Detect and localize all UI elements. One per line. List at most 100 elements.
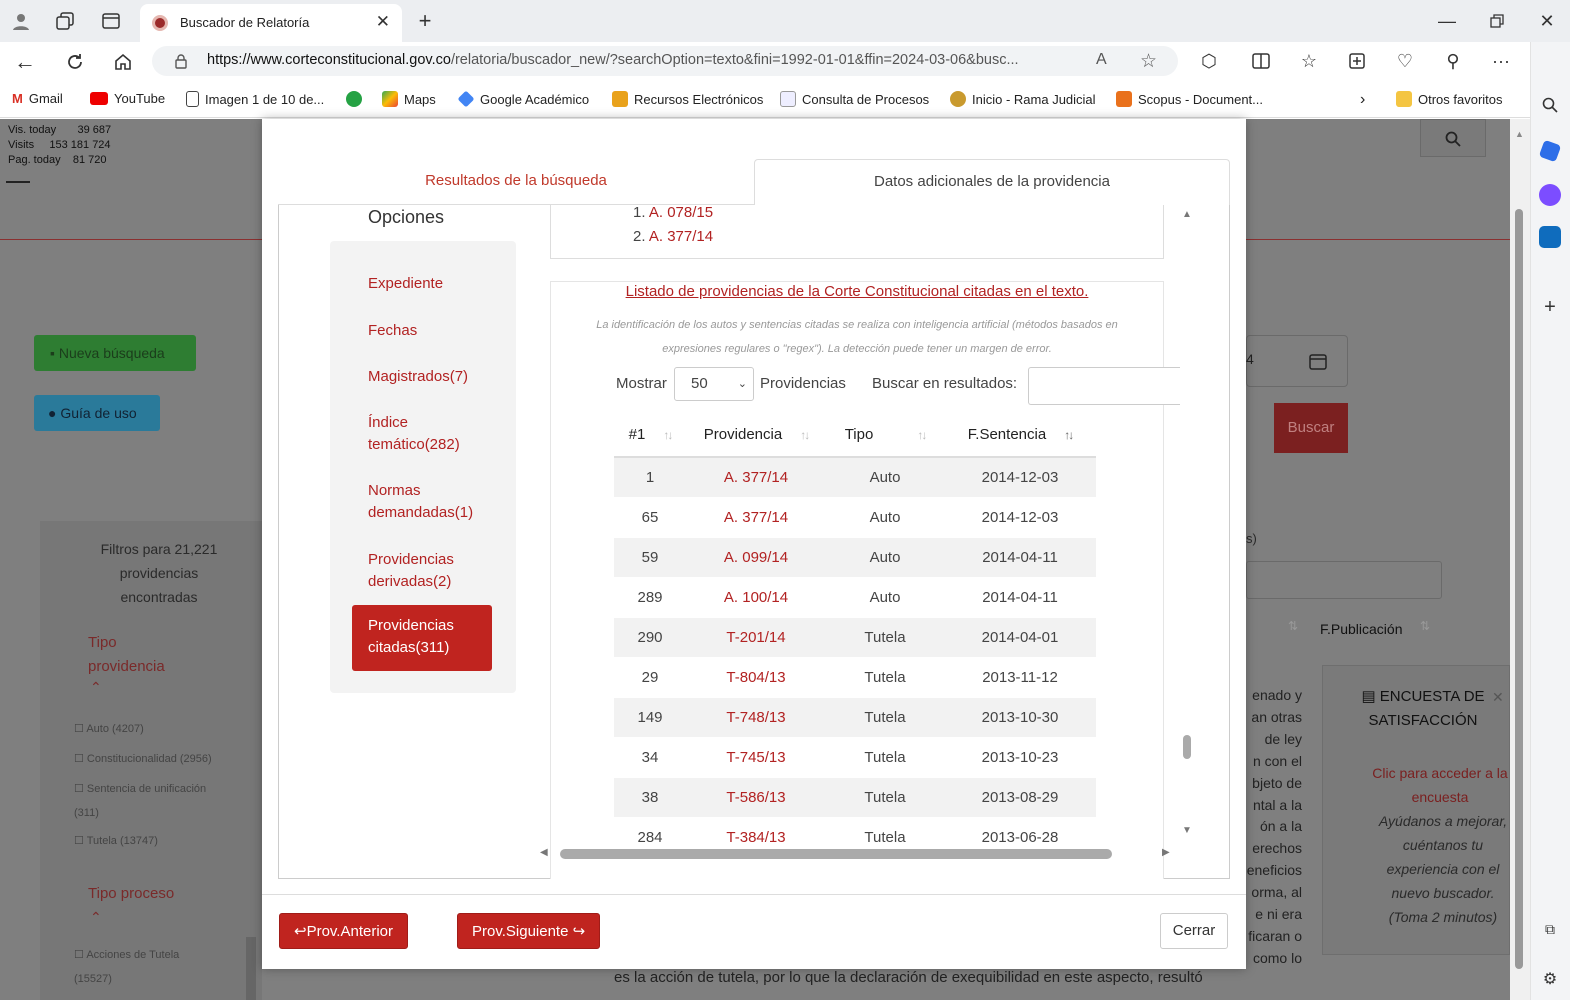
tipo-proceso-heading[interactable]: Tipo proceso [88, 885, 174, 902]
horizontal-scroll-thumb[interactable] [560, 849, 1112, 859]
add-sidebar-icon[interactable]: + [1539, 296, 1561, 318]
favorites-icon[interactable]: ☆ [1298, 50, 1320, 72]
bookmark-scopus[interactable]: Scopus - Document... [1116, 91, 1263, 107]
vertical-scrollbar[interactable]: ▲ ▼ [1180, 207, 1194, 847]
listado-title[interactable]: Listado de providencias de la Corte Cons… [550, 283, 1164, 300]
providencia-link[interactable]: A. 099/14 [686, 537, 826, 578]
refresh-icon[interactable] [64, 51, 86, 73]
sort-icon[interactable]: ⇅ [1420, 619, 1430, 633]
page-scrollbar[interactable]: ▲ [1510, 119, 1530, 1000]
tools-icon[interactable] [1538, 139, 1562, 163]
survey-close-icon[interactable]: ✕ [1492, 689, 1504, 706]
bookmark-imagen[interactable]: Imagen 1 de 10 de... [186, 91, 324, 107]
col-fsentencia[interactable]: F.Sentencia ↑↓ [944, 413, 1096, 458]
bookmark-google-academico[interactable]: Google Académico [457, 90, 589, 108]
scroll-down-icon[interactable]: ▼ [1182, 825, 1192, 836]
other-favorites[interactable]: Otros favoritos [1396, 91, 1503, 107]
bookmark-whatsapp[interactable] [346, 91, 368, 107]
option-expediente[interactable]: Expediente [368, 273, 443, 295]
cerrar-button[interactable]: Cerrar [1160, 913, 1228, 949]
providencia-link[interactable]: A. 100/14 [686, 577, 826, 618]
sort-icon[interactable]: ↑↓ [917, 428, 927, 442]
restore-icon[interactable] [1486, 10, 1508, 32]
buscar-en-resultados-input[interactable] [1028, 367, 1180, 405]
tipo-providencia-heading[interactable]: Tipo providencia [88, 631, 178, 679]
bookmark-gmail[interactable]: M Gmail [12, 91, 63, 106]
col-tipo[interactable]: Tipo ↑↓ [826, 413, 944, 458]
sort-icon[interactable]: ↑↓ [800, 428, 810, 442]
profile-icon[interactable] [10, 10, 32, 32]
close-tab-icon[interactable]: ✕ [376, 12, 390, 32]
scroll-right-icon[interactable]: ▶ [1162, 847, 1170, 858]
search-sidebar-icon[interactable] [1539, 94, 1561, 116]
option-normas-demandadas[interactable]: Normas demandadas(1) [368, 480, 488, 524]
guia-de-uso-button[interactable]: ● Guía de uso [34, 395, 160, 431]
providencia-link[interactable]: A. 377/14 [686, 457, 826, 498]
bookmark-rama-judicial[interactable]: Inicio - Rama Judicial [950, 91, 1096, 107]
close-window-icon[interactable]: ✕ [1536, 10, 1558, 32]
extensions-puzzle-icon[interactable]: ⚲ [1442, 50, 1464, 72]
new-tab-icon[interactable]: + [414, 8, 436, 33]
split-screen-icon[interactable] [1250, 50, 1272, 72]
collections-toolbar-icon[interactable] [1346, 50, 1368, 72]
option-magistrados[interactable]: Magistrados(7) [368, 366, 468, 388]
providencia-link[interactable]: T-586/13 [686, 777, 826, 818]
providencia-link[interactable]: T-201/14 [686, 617, 826, 658]
back-icon[interactable]: ← [14, 49, 36, 74]
bookmark-recursos[interactable]: Recursos Electrónicos [612, 91, 763, 107]
list-item[interactable]: 2. A. 377/14 [633, 228, 713, 245]
minimize-icon[interactable]: — [1436, 10, 1458, 32]
calendar-icon[interactable] [1308, 351, 1328, 371]
page-size-select[interactable]: 50 ⌄ [674, 367, 754, 401]
horizontal-scrollbar[interactable]: ◀ ▶ [540, 847, 1176, 863]
option-fechas[interactable]: Fechas [368, 320, 417, 342]
prov-siguiente-button[interactable]: Prov.Siguiente ↪ [457, 913, 601, 949]
option-providencias-derivadas[interactable]: Providencias derivadas(2) [368, 549, 478, 593]
buscar-button[interactable]: Buscar [1274, 403, 1348, 453]
providencia-link[interactable]: T-748/13 [686, 697, 826, 738]
more-menu-icon[interactable]: ··· [1490, 50, 1512, 72]
checkbox-tutela[interactable]: ☐ Tutela (13747) [74, 829, 214, 853]
outlook-icon[interactable] [1539, 226, 1561, 248]
tab-datos-adicionales[interactable]: Datos adicionales de la providencia [754, 159, 1230, 205]
col-numero[interactable]: #1 ↑↓ [614, 413, 686, 458]
sort-icon[interactable]: ↑↓ [1064, 428, 1074, 442]
checkbox-unificacion[interactable]: ☐ Sentencia de unificación (311) [74, 777, 214, 825]
favorite-star-icon[interactable]: ☆ [1140, 50, 1157, 73]
vertical-scroll-thumb[interactable] [1183, 735, 1191, 759]
address-bar[interactable]: https://www.corteconstitucional.gov.co/r… [152, 46, 1178, 76]
providencia-link[interactable]: A. 377/14 [686, 497, 826, 538]
tab-actions-icon[interactable] [100, 10, 122, 32]
more-bookmarks-chevron-icon[interactable]: › [1360, 91, 1365, 109]
browser-tab[interactable]: Buscador de Relatoría ✕ [140, 4, 402, 42]
col-providencia[interactable]: Providencia ↑↓ [686, 413, 826, 458]
option-providencias-citadas[interactable]: Providencias citadas(311) [352, 605, 492, 671]
providencia-link[interactable]: T-745/13 [686, 737, 826, 778]
checkbox-constitucionalidad[interactable]: ☐ Constitucionalidad (2956) [74, 747, 214, 771]
option-indice-tematico[interactable]: Índice temático(282) [368, 412, 478, 456]
filters-scrollbar[interactable] [246, 937, 256, 1000]
fpublicacion-header[interactable]: F.Publicación [1320, 621, 1403, 637]
microsoft365-icon[interactable] [1539, 184, 1561, 206]
collections-icon[interactable] [54, 10, 76, 32]
scroll-up-icon[interactable]: ▲ [1515, 129, 1524, 139]
sort-icon[interactable]: ⇅ [1288, 619, 1298, 633]
collapse-chevron-icon[interactable]: ⌃ [90, 909, 102, 926]
survey-link[interactable]: Clic para acceder a la encuesta [1372, 761, 1508, 809]
checkbox-auto[interactable]: ☐ Auto (4207) [74, 717, 214, 741]
checkbox-acciones-tutela[interactable]: ☐ Acciones de Tutela (15527) [74, 943, 184, 991]
list-item[interactable]: 1. A. 078/15 [633, 204, 713, 221]
bookmark-youtube[interactable]: YouTube [90, 91, 165, 106]
scroll-up-icon[interactable]: ▲ [1182, 209, 1192, 220]
bookmark-consulta[interactable]: Consulta de Procesos [780, 91, 929, 107]
collapse-chevron-icon[interactable]: ⌃ [90, 679, 102, 696]
date-field[interactable] [1246, 335, 1348, 387]
home-icon[interactable] [112, 51, 134, 73]
prov-anterior-button[interactable]: ↩Prov.Anterior [279, 913, 408, 949]
extensions-icon[interactable]: ⬡ [1198, 50, 1220, 72]
browser-essentials-icon[interactable]: ♡ [1394, 50, 1416, 72]
nueva-busqueda-button[interactable]: ▪ Nueva búsqueda [34, 335, 196, 371]
providencia-link[interactable]: T-804/13 [686, 657, 826, 698]
bookmark-maps[interactable]: Maps [382, 91, 436, 107]
sort-icon[interactable]: ↑↓ [663, 428, 673, 442]
